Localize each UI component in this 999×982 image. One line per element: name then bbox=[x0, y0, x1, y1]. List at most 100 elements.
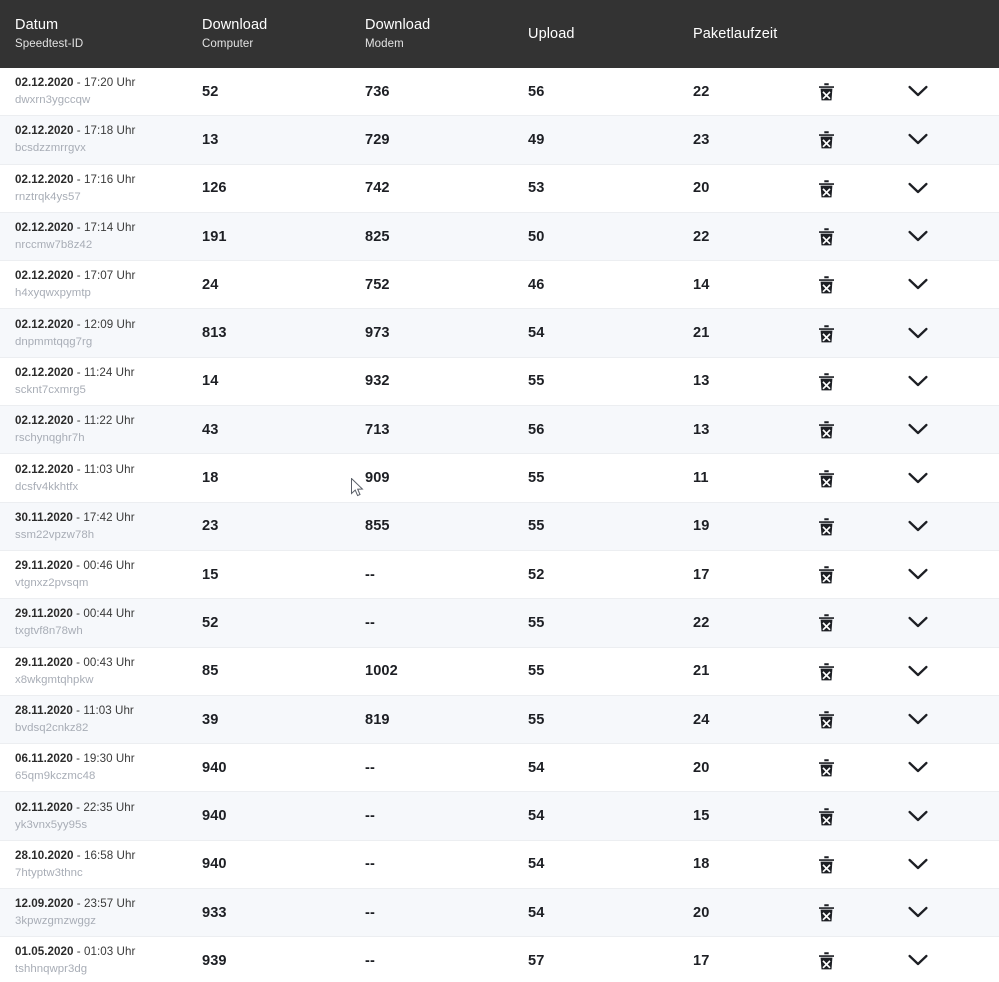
table-row[interactable]: 02.12.2020 - 17:16 Uhr rnztrqk4ys57 126 742… bbox=[0, 164, 999, 213]
expand-row-button[interactable] bbox=[908, 423, 984, 436]
cell-datum: 02.12.2020 - 17:14 Uhr nrccmw7b8z42 bbox=[0, 220, 202, 253]
expand-row-button[interactable] bbox=[908, 954, 984, 967]
expand-row-button[interactable] bbox=[908, 568, 984, 581]
delete-entry-button[interactable] bbox=[818, 324, 908, 343]
table-row[interactable]: 28.10.2020 - 16:58 Uhr 7htyptw3thnc 940 -- 5… bbox=[0, 840, 999, 890]
cell-download-computer: 940 bbox=[202, 760, 365, 776]
table-row[interactable]: 02.12.2020 - 12:09 Uhr dnpmmtqqg7rg 813 973… bbox=[0, 309, 999, 358]
expand-row-button[interactable] bbox=[908, 665, 984, 678]
table-row[interactable]: 29.11.2020 - 00:44 Uhr txgtvf8n78wh 52 -- 55… bbox=[0, 599, 999, 648]
table-row[interactable]: 02.12.2020 - 17:18 Uhr bcsdzzmrrgvx 13 729 4… bbox=[0, 116, 999, 165]
row-datetime: 02.12.2020 - 17:16 Uhr bbox=[15, 172, 135, 187]
cell-download-computer: 52 bbox=[202, 84, 365, 100]
cell-upload: 54 bbox=[528, 905, 693, 921]
table-row[interactable]: 02.12.2020 - 17:07 Uhr h4xyqwxpymtp 24 752 4… bbox=[0, 261, 999, 310]
expand-row-button[interactable] bbox=[908, 761, 984, 774]
cell-paketlaufzeit-value: 20 bbox=[693, 759, 710, 776]
cell-download-computer-value: 43 bbox=[202, 421, 219, 438]
cell-upload-value: 55 bbox=[528, 373, 545, 390]
expand-row-button[interactable] bbox=[908, 327, 984, 340]
cell-download-modem-value: 729 bbox=[365, 131, 390, 148]
table-row[interactable]: 12.09.2020 - 23:57 Uhr 3kpwzgmzwggz 933 -- 5… bbox=[0, 889, 999, 938]
expand-row-button[interactable] bbox=[908, 713, 984, 726]
table-row[interactable]: 06.11.2020 - 19:30 Uhr 65qm9kczmc48 940 -- 5… bbox=[0, 744, 999, 793]
row-datetime: 28.11.2020 - 11:03 Uhr bbox=[15, 703, 134, 718]
expand-row-button[interactable] bbox=[908, 133, 984, 146]
delete-entry-button[interactable] bbox=[818, 469, 908, 488]
table-row[interactable]: 01.05.2020 - 01:03 Uhr tshhnqwpr3dg 939 -- 5… bbox=[0, 937, 999, 982]
delete-entry-button[interactable] bbox=[818, 275, 908, 294]
cell-download-computer-value: 940 bbox=[202, 808, 227, 825]
delete-entry-button[interactable] bbox=[818, 179, 908, 198]
speedtest-history-table: Datum Speedtest-ID Download Computer Dow… bbox=[0, 0, 999, 982]
cell-download-modem: 736 bbox=[365, 84, 528, 100]
cell-download-modem: 932 bbox=[365, 373, 528, 389]
delete-entry-button[interactable] bbox=[818, 855, 908, 874]
delete-entry-button[interactable] bbox=[818, 517, 908, 536]
row-time: 17:18 Uhr bbox=[83, 124, 136, 138]
trash-delete-icon bbox=[819, 518, 834, 536]
delete-entry-button[interactable] bbox=[818, 613, 908, 632]
row-date: 02.12.2020 bbox=[15, 221, 74, 235]
cell-upload-value: 46 bbox=[528, 276, 545, 293]
row-time: 17:16 Uhr bbox=[83, 172, 136, 186]
column-header-datum[interactable]: Datum Speedtest-ID bbox=[0, 16, 202, 52]
table-row[interactable]: 02.12.2020 - 11:22 Uhr rschynqghr7h 43 713 5… bbox=[0, 406, 999, 455]
expand-row-button[interactable] bbox=[908, 472, 984, 485]
expand-row-button[interactable] bbox=[908, 906, 984, 919]
delete-entry-button[interactable] bbox=[818, 372, 908, 391]
expand-row-button[interactable] bbox=[908, 520, 984, 533]
table-row[interactable]: 29.11.2020 - 00:46 Uhr vtgnxz2pvsqm 15 -- 52… bbox=[0, 550, 999, 600]
expand-row-button[interactable] bbox=[908, 616, 984, 629]
expand-row-button[interactable] bbox=[908, 230, 984, 243]
table-row[interactable]: 02.11.2020 - 22:35 Uhr yk3vnx5yy95s 940 -- 5… bbox=[0, 792, 999, 841]
row-datetime: 30.11.2020 - 17:42 Uhr bbox=[15, 510, 135, 525]
chevron-down-icon bbox=[908, 858, 928, 870]
column-header-download-computer[interactable]: Download Computer bbox=[202, 16, 365, 52]
table-row[interactable]: 02.12.2020 - 17:14 Uhr nrccmw7b8z42 191 825… bbox=[0, 212, 999, 262]
table-row[interactable]: 02.12.2020 - 17:20 Uhr dwxrn3ygccqw 52 736 5… bbox=[0, 68, 999, 117]
expand-row-button[interactable] bbox=[908, 85, 984, 98]
expand-row-button[interactable] bbox=[908, 810, 984, 823]
cell-download-modem-value: -- bbox=[365, 904, 375, 921]
delete-entry-button[interactable] bbox=[818, 951, 908, 970]
table-body: 02.12.2020 - 17:20 Uhr dwxrn3ygccqw 52 736 5… bbox=[0, 68, 999, 982]
table-row[interactable]: 28.11.2020 - 11:03 Uhr bvdsq2cnkz82 39 819 5… bbox=[0, 695, 999, 745]
table-row[interactable]: 02.12.2020 - 11:24 Uhr scknt7cxmrg5 14 932 5… bbox=[0, 357, 999, 407]
cell-upload: 55 bbox=[528, 470, 693, 486]
delete-entry-button[interactable] bbox=[818, 758, 908, 777]
delete-entry-button[interactable] bbox=[818, 565, 908, 584]
cell-download-computer-value: 13 bbox=[202, 131, 219, 148]
table-row[interactable]: 02.12.2020 - 11:03 Uhr dcsfv4kkhtfx 18 909 5… bbox=[0, 454, 999, 503]
column-header-upload[interactable]: Upload bbox=[528, 25, 693, 43]
cell-paketlaufzeit: 22 bbox=[693, 229, 818, 245]
cell-download-modem-value: 909 bbox=[365, 470, 390, 487]
delete-entry-button[interactable] bbox=[818, 903, 908, 922]
expand-row-button[interactable] bbox=[908, 182, 984, 195]
row-date-separator: - bbox=[73, 221, 84, 235]
row-datetime: 02.12.2020 - 11:22 Uhr bbox=[15, 413, 135, 428]
delete-entry-button[interactable] bbox=[818, 420, 908, 439]
cell-download-computer: 126 bbox=[202, 180, 365, 196]
expand-row-button[interactable] bbox=[908, 375, 984, 388]
cell-paketlaufzeit: 21 bbox=[693, 325, 818, 341]
expand-row-button[interactable] bbox=[908, 858, 984, 871]
column-header-download-modem[interactable]: Download Modem bbox=[365, 16, 528, 52]
row-speedtest-id: bcsdzzmrrgvx bbox=[15, 142, 86, 155]
cell-upload-value: 55 bbox=[528, 711, 545, 728]
column-header-paketlaufzeit[interactable]: Paketlaufzeit bbox=[693, 25, 818, 43]
delete-entry-button[interactable] bbox=[818, 807, 908, 826]
cell-datum: 29.11.2020 - 00:44 Uhr txgtvf8n78wh bbox=[0, 606, 202, 639]
table-header-row: Datum Speedtest-ID Download Computer Dow… bbox=[0, 0, 999, 68]
delete-entry-button[interactable] bbox=[818, 662, 908, 681]
table-row[interactable]: 29.11.2020 - 00:43 Uhr x8wkgmtqhpkw 85 1002… bbox=[0, 647, 999, 696]
row-time: 11:03 Uhr bbox=[83, 704, 134, 717]
delete-entry-button[interactable] bbox=[818, 130, 908, 149]
cell-paketlaufzeit-value: 23 bbox=[693, 131, 710, 148]
delete-entry-button[interactable] bbox=[818, 710, 908, 729]
delete-entry-button[interactable] bbox=[818, 227, 908, 246]
row-datetime: 29.11.2020 - 00:44 Uhr bbox=[15, 606, 135, 621]
table-row[interactable]: 30.11.2020 - 17:42 Uhr ssm22vpzw78h 23 855 5… bbox=[0, 502, 999, 551]
expand-row-button[interactable] bbox=[908, 278, 984, 291]
delete-entry-button[interactable] bbox=[818, 82, 908, 101]
